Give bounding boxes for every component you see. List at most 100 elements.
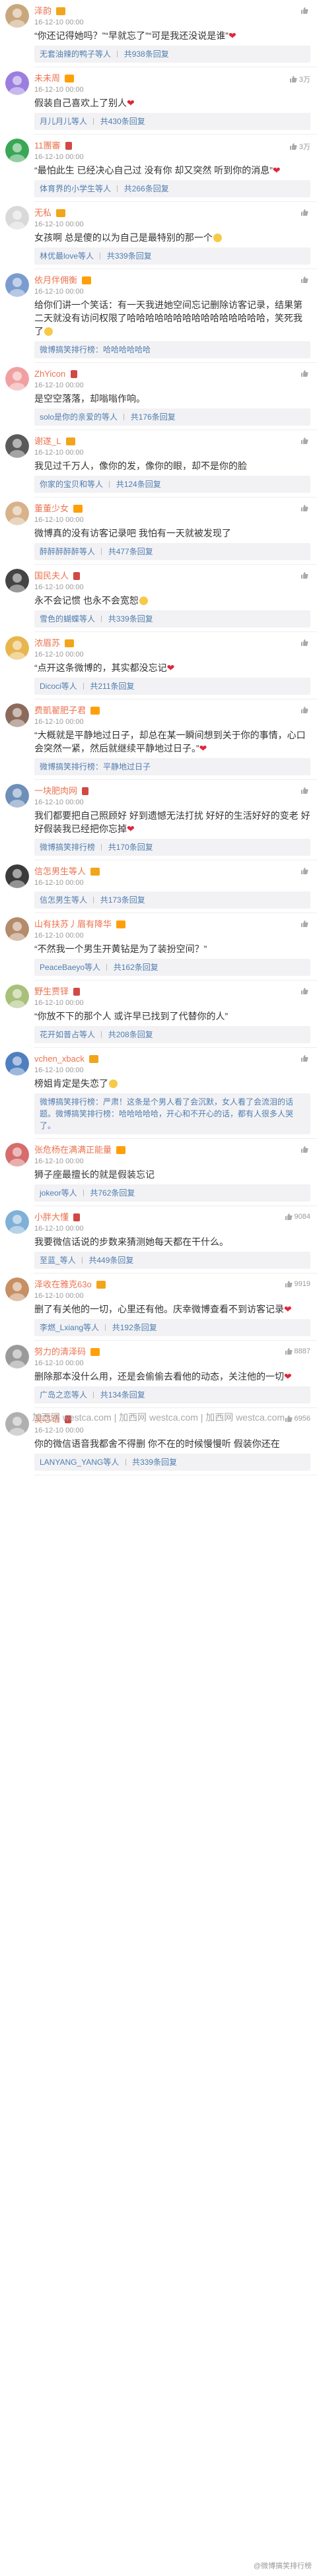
username[interactable]: 未未周 [34,73,60,83]
like-button[interactable] [300,867,310,875]
avatar[interactable] [5,703,29,727]
reply-summary[interactable]: 微博搞笑排行榜：哈哈哈哈哈哈 [34,341,310,358]
reply-summary[interactable]: PeaceBaeyo等人 共162条回复 [34,959,310,976]
reply-author[interactable]: 微博搞笑排行榜：哈哈哈哈哈哈 [40,345,151,354]
username[interactable]: 努力的清泽码 [34,1347,86,1357]
reply-count-link[interactable]: 共266条回复 [124,184,169,193]
reply-author[interactable]: 信怎男生等人 [40,895,87,905]
avatar[interactable] [5,1052,29,1076]
username[interactable]: 费凱翟肥子君 [34,705,86,715]
username[interactable]: 浓眉苏 [34,638,60,648]
reply-author[interactable]: 微博搞笑排行榜：平静地过日子 [40,762,151,771]
username[interactable]: 无私 [34,208,52,218]
username[interactable]: 董董少女 [34,503,69,513]
reply-summary[interactable]: 醉醉醉醉醉等人 共477条回复 [34,543,310,560]
avatar[interactable] [5,784,29,808]
username[interactable]: 信怎男生等人 [34,866,86,876]
reply-author[interactable]: 花开如普占等人 [40,1030,95,1039]
avatar[interactable] [5,71,29,95]
reply-summary[interactable]: Dicoci等人 共211条回复 [34,678,310,695]
reply-summary[interactable]: 雪色的蝴蝶等人 共339条回复 [34,610,310,628]
reply-count-link[interactable]: 共339条回复 [108,614,153,624]
like-button[interactable]: 9084 [285,1213,310,1221]
avatar[interactable] [5,434,29,458]
reply-summary[interactable]: 林优最love等人 共339条回复 [34,247,310,265]
username[interactable]: 11團審 [34,141,61,150]
reply-count-link[interactable]: 共176条回复 [131,412,176,422]
like-button[interactable] [300,787,310,794]
reply-count-link[interactable]: 共173条回复 [100,895,145,905]
avatar[interactable] [5,917,29,941]
reply-count-link[interactable]: 共762条回复 [90,1188,135,1198]
reply-summary[interactable]: 信怎男生等人 共173条回复 [34,891,310,909]
like-button[interactable] [300,437,310,445]
reply-author[interactable]: Dicoci等人 [40,682,77,691]
username[interactable]: 依月伴佣衡 [34,275,77,285]
reply-author[interactable]: 体育界的小学生等人 [40,184,111,193]
reply-count-link[interactable]: 共339条回复 [132,1458,177,1467]
avatar[interactable] [5,139,29,162]
reply-author[interactable]: solo是你的亲爱的等人 [40,412,118,422]
username[interactable]: 山有扶苏丿眉有降华 [34,919,112,929]
like-button[interactable]: 9919 [285,1280,310,1288]
reply-summary[interactable]: 你家的宝贝和等人 共124条回复 [34,476,310,493]
reply-count-link[interactable]: 共938条回复 [124,49,169,59]
reply-summary[interactable]: 微博搞笑排行榜：平静地过日子 [34,758,310,775]
reply-author[interactable]: 至蓝_等人 [40,1256,76,1265]
avatar[interactable] [5,1277,29,1301]
avatar[interactable] [5,206,29,230]
username[interactable]: 国民夫人 [34,571,69,581]
reply-count-link[interactable]: 共192条回复 [112,1323,157,1332]
avatar[interactable] [5,569,29,593]
avatar[interactable] [5,636,29,660]
username[interactable]: 张危杨在满满正能量 [34,1145,112,1155]
reply-summary[interactable]: 体育界的小学生等人 共266条回复 [34,180,310,197]
reply-summary[interactable]: solo是你的亲爱的等人 共176条回复 [34,408,310,426]
reply-author[interactable]: 无套油辣的鸭子等人 [40,49,111,59]
reply-summary[interactable]: 无套油辣的鸭子等人 共938条回复 [34,46,310,63]
like-button[interactable] [300,504,310,512]
reply-count-link[interactable]: 共134条回复 [100,1390,145,1400]
like-button[interactable] [300,639,310,647]
username[interactable]: vchen_xback [34,1054,85,1064]
reply-count-link[interactable]: 共124条回复 [116,480,161,489]
avatar[interactable] [5,273,29,297]
like-button[interactable] [300,1054,310,1062]
like-button[interactable] [300,7,310,15]
avatar[interactable] [5,1210,29,1234]
reply-author[interactable]: 李燃_Lxiang等人 [40,1323,99,1332]
like-button[interactable] [300,370,310,377]
reply-count-link[interactable]: 共339条回复 [107,251,152,261]
like-button[interactable]: 3万 [289,141,310,152]
reply-author[interactable]: 广岛之恋等人 [40,1390,87,1400]
like-button[interactable] [300,209,310,216]
reply-count-link[interactable]: 共208条回复 [108,1030,153,1039]
reply-summary[interactable]: 月儿月儿等人 共430条回复 [34,113,310,130]
reply-summary[interactable]: 至蓝_等人 共449条回复 [34,1252,310,1269]
like-button[interactable]: 8887 [285,1347,310,1355]
avatar[interactable] [5,1143,29,1167]
reply-count-link[interactable]: 共211条回复 [90,682,134,691]
username[interactable]: ZhYicon [34,369,65,379]
reply-author[interactable]: jokeor等人 [40,1188,77,1198]
username[interactable]: 泽收在雅克63o [34,1279,92,1289]
reply-author[interactable]: 月儿月儿等人 [40,117,87,126]
reply-author[interactable]: 微博搞笑排行榜：严肃！这条是个男人看了会沉默，女人看了会流泪的话题。微博搞笑排行… [40,1097,293,1130]
username[interactable]: 谢遂_L [34,436,61,446]
like-button[interactable] [300,1145,310,1153]
like-button[interactable] [300,276,310,284]
reply-summary[interactable]: 广岛之恋等人 共134条回复 [34,1386,310,1403]
reply-author[interactable]: PeaceBaeyo等人 [40,963,100,972]
reply-count-link[interactable]: 共449条回复 [88,1256,133,1265]
reply-summary[interactable]: 花开如普占等人 共208条回复 [34,1026,310,1043]
reply-summary[interactable]: jokeor等人 共762条回复 [34,1184,310,1202]
username[interactable]: 野生贾铎 [34,986,69,996]
reply-summary[interactable]: LANYANG_YANG等人 共339条回复 [34,1454,310,1471]
like-button[interactable] [300,706,310,714]
reply-count-link[interactable]: 共162条回复 [114,963,158,972]
like-button[interactable] [300,920,310,928]
reply-summary[interactable]: 微博搞笑排行榜 共170条回复 [34,839,310,856]
reply-count-link[interactable]: 共170条回复 [108,843,153,852]
reply-author[interactable]: 林优最love等人 [40,251,94,261]
reply-summary[interactable]: 李燃_Lxiang等人 共192条回复 [34,1319,310,1336]
